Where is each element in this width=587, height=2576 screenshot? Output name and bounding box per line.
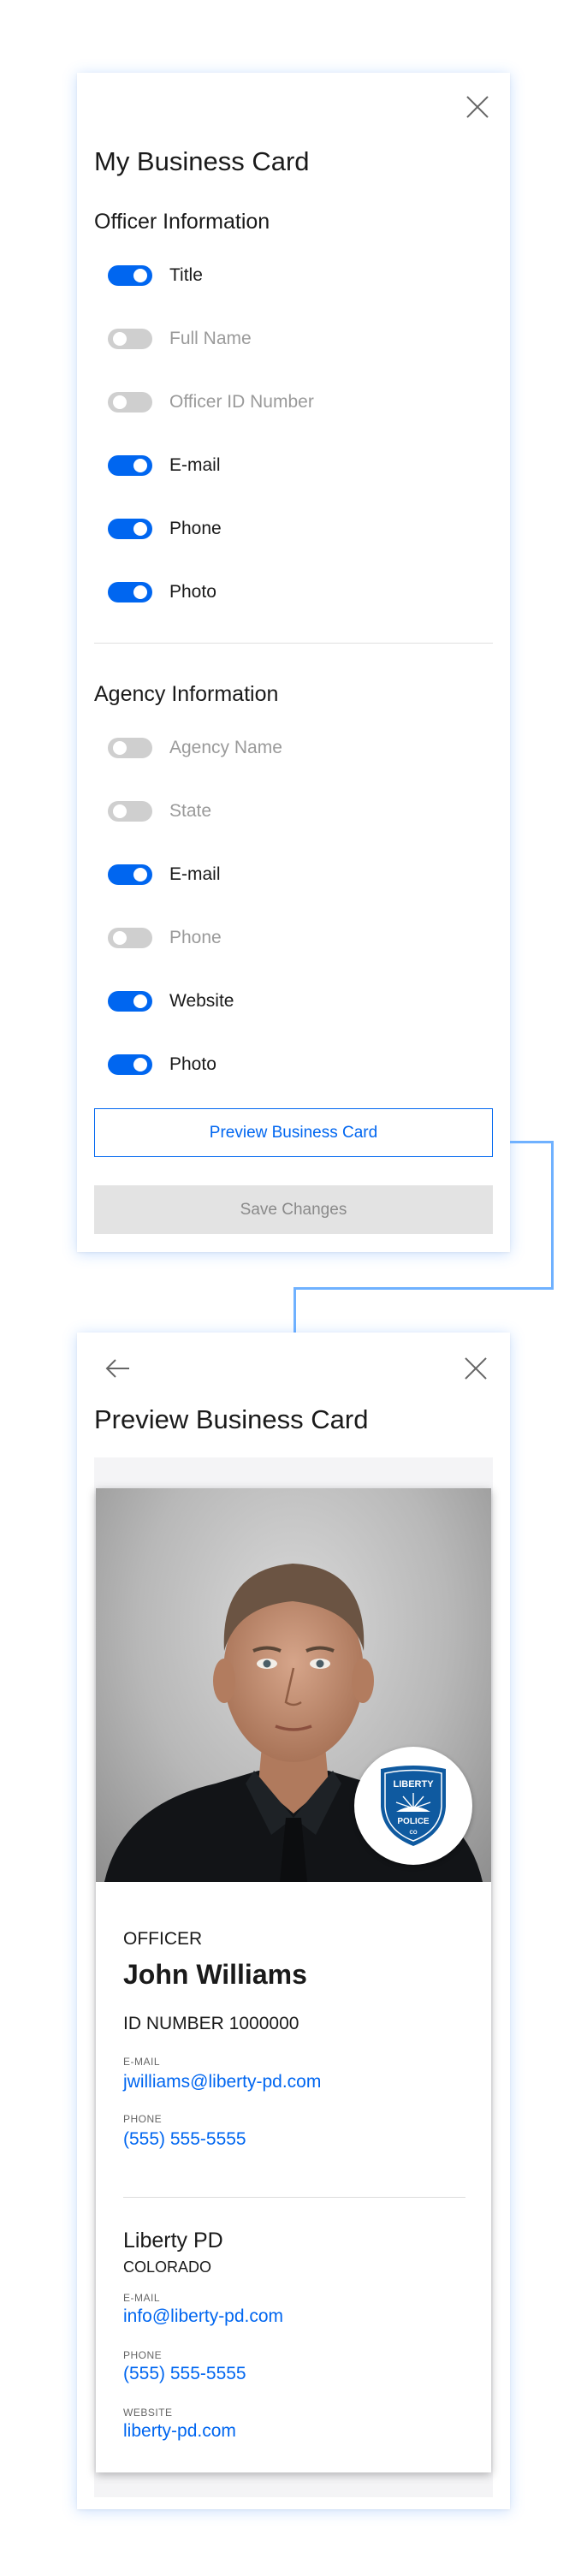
agency-website-link[interactable]: liberty-pd.com [123,2421,236,2442]
officer-label-title: Title [169,265,203,285]
close-icon[interactable] [465,95,489,119]
save-changes-button[interactable]: Save Changes [94,1185,493,1234]
svg-text:CO: CO [410,1831,418,1836]
preview-business-card-button[interactable]: Preview Business Card [94,1108,493,1157]
toggle-knob [133,522,147,536]
toggle-knob [113,395,127,409]
toggle-knob [113,332,127,346]
business-card-settings-panel: My Business Card Officer Information Tit… [77,73,510,1252]
agency-label-state: State [169,801,212,821]
toggle-knob [133,868,147,881]
officer-rank: OFFICER [123,1929,203,1949]
agency-email-link[interactable]: info@liberty-pd.com [123,2306,283,2327]
officer-label-full-name: Full Name [169,329,252,348]
agency-state: COLORADO [123,2258,212,2276]
agency-row-agency-name: Agency Name [108,733,282,763]
officer-email-link[interactable]: jwilliams@liberty-pd.com [123,2072,321,2092]
officer-toggle-title[interactable] [108,265,152,286]
officer-section-title: Officer Information [94,210,270,234]
agency-phone-link[interactable]: (555) 555-5555 [123,2364,246,2384]
toggle-knob [113,741,127,755]
section-divider [94,643,493,644]
preview-panel: Preview Business Card LIBERTY POLICE CO … [77,1333,510,2509]
officer-toggle-e-mail[interactable] [108,455,152,476]
officer-label-officer-id-number: Officer ID Number [169,392,314,412]
police-badge-icon: LIBERTY POLICE CO [354,1747,472,1865]
agency-label-e-mail: E-mail [169,864,221,884]
agency-email-label: E-MAIL [123,2292,161,2304]
agency-label-website: Website [169,991,234,1011]
agency-toggle-phone[interactable] [108,928,152,948]
agency-label-agency-name: Agency Name [169,738,282,757]
flow-connector [510,1141,554,1143]
svg-text:LIBERTY: LIBERTY [393,1779,434,1790]
officer-row-officer-id-number: Officer ID Number [108,388,314,417]
agency-toggle-agency-name[interactable] [108,738,152,758]
agency-row-photo: Photo [108,1050,216,1079]
toggle-knob [113,804,127,818]
agency-row-phone: Phone [108,923,222,953]
officer-label-phone: Phone [169,519,222,538]
toggle-knob [113,931,127,945]
officer-toggle-photo[interactable] [108,582,152,602]
toggle-knob [133,585,147,599]
card-divider [123,2197,465,2198]
toggle-knob [133,994,147,1008]
officer-row-phone: Phone [108,514,222,543]
agency-row-website: Website [108,987,234,1016]
website-label: WEBSITE [123,2407,173,2419]
officer-row-e-mail: E-mail [108,451,221,480]
officer-row-title: Title [108,261,203,290]
agency-toggle-photo[interactable] [108,1054,152,1075]
agency-section-title: Agency Information [94,682,279,706]
agency-label-photo: Photo [169,1054,216,1074]
toggle-knob [133,269,147,282]
officer-row-photo: Photo [108,578,216,607]
business-card: LIBERTY POLICE CO OFFICER John Williams … [96,1488,491,2472]
agency-name: Liberty PD [123,2229,223,2253]
flow-connector [294,1287,296,1333]
agency-phone-label: PHONE [123,2349,163,2361]
preview-title: Preview Business Card [94,1404,369,1434]
email-label: E-MAIL [123,2056,161,2068]
officer-phone-link[interactable]: (555) 555-5555 [123,2129,246,2150]
agency-toggle-website[interactable] [108,991,152,1012]
officer-id-number: ID NUMBER 1000000 [123,2014,299,2033]
agency-toggle-e-mail[interactable] [108,864,152,885]
flow-connector [551,1141,554,1290]
agency-toggle-state[interactable] [108,801,152,822]
close-icon[interactable] [464,1356,488,1380]
officer-toggle-officer-id-number[interactable] [108,392,152,413]
phone-label: PHONE [123,2113,163,2125]
svg-text:POLICE: POLICE [397,1817,430,1826]
agency-row-e-mail: E-mail [108,860,221,889]
toggle-knob [133,459,147,472]
officer-toggle-full-name[interactable] [108,329,152,349]
officer-toggle-phone[interactable] [108,519,152,539]
agency-row-state: State [108,797,211,826]
officer-label-photo: Photo [169,582,216,602]
officer-row-full-name: Full Name [108,324,252,353]
officer-name: John Williams [123,1959,307,1990]
officer-label-e-mail: E-mail [169,455,221,475]
flow-connector [294,1287,554,1290]
page-title: My Business Card [94,146,310,176]
arrow-left-icon[interactable] [104,1356,132,1380]
toggle-knob [133,1058,147,1071]
agency-label-phone: Phone [169,928,222,947]
